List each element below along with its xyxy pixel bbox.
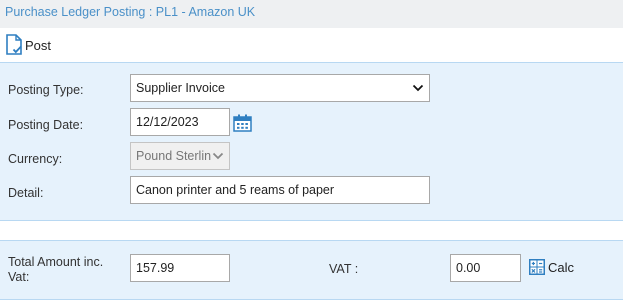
chevron-down-icon bbox=[412, 84, 424, 92]
total-amount-value: 157.99 bbox=[136, 261, 175, 275]
window-title: Purchase Ledger Posting : PL1 - Amazon U… bbox=[5, 5, 256, 19]
totals-panel: Total Amount inc. Vat: 157.99 VAT : 0.00… bbox=[0, 240, 623, 300]
vat-label: VAT : bbox=[329, 262, 359, 276]
currency-value: Pound Sterlin bbox=[136, 149, 212, 163]
vat-value: 0.00 bbox=[456, 261, 481, 275]
window-title-bar: Purchase Ledger Posting : PL1 - Amazon U… bbox=[0, 0, 623, 28]
toolbar: Post bbox=[0, 28, 623, 62]
currency-select: Pound Sterlin bbox=[130, 142, 230, 170]
detail-input[interactable]: Canon printer and 5 reams of paper bbox=[130, 176, 430, 204]
posting-date-value: 12/12/2023 bbox=[136, 115, 199, 129]
vat-input[interactable]: 0.00 bbox=[450, 254, 521, 282]
detail-value: Canon printer and 5 reams of paper bbox=[136, 183, 335, 197]
posting-date-input[interactable]: 12/12/2023 bbox=[130, 108, 230, 136]
posting-type-select[interactable]: Supplier Invoice bbox=[130, 74, 430, 102]
calculator-icon bbox=[529, 259, 545, 275]
posting-date-label: Posting Date: bbox=[8, 118, 84, 132]
post-button[interactable]: Post bbox=[5, 33, 51, 57]
post-document-icon bbox=[5, 34, 23, 56]
posting-type-label: Posting Type: bbox=[8, 83, 84, 97]
calc-button[interactable]: Calc bbox=[529, 259, 574, 275]
currency-label: Currency: bbox=[8, 152, 63, 166]
detail-label: Detail: bbox=[8, 186, 44, 200]
total-amount-label-line2: Vat: bbox=[8, 270, 30, 284]
calc-button-label: Calc bbox=[548, 259, 575, 275]
post-button-label: Post bbox=[25, 37, 52, 53]
total-amount-label-line1: Total Amount inc. bbox=[8, 255, 104, 269]
total-amount-label: Total Amount inc. Vat: bbox=[8, 255, 103, 285]
calendar-icon[interactable] bbox=[233, 114, 252, 132]
total-amount-input[interactable]: 157.99 bbox=[130, 254, 230, 282]
posting-type-value: Supplier Invoice bbox=[136, 81, 225, 95]
posting-details-panel: Posting Type: Supplier Invoice Posting D… bbox=[0, 62, 623, 221]
chevron-down-icon bbox=[212, 152, 224, 160]
